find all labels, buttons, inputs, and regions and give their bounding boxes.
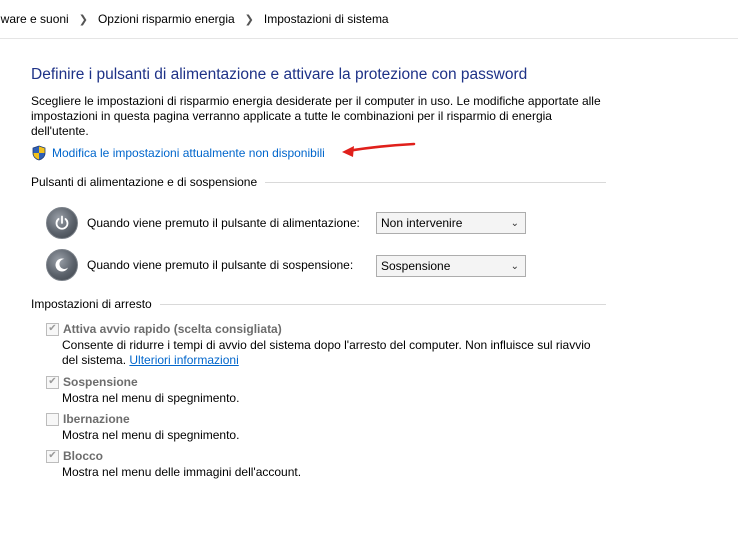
chevron-right-icon[interactable]: ❯ (237, 13, 262, 26)
lock-option: ✔ Blocco Mostra nel menu delle immagini … (46, 449, 301, 480)
hibernate-label: Ibernazione (63, 412, 130, 426)
uac-shield-icon (32, 145, 46, 161)
chevron-down-icon: ⌄ (510, 217, 519, 229)
power-buttons-group-title: Pulsanti di alimentazione e di sospensio… (31, 175, 258, 189)
divider (265, 181, 606, 183)
page-description: Scegliere le impostazioni di risparmio e… (31, 94, 601, 138)
shutdown-settings-group-header: Impostazioni di arresto (31, 297, 606, 311)
breadcrumb-item-power-options[interactable]: Opzioni risparmio energia (96, 12, 237, 26)
hibernate-option: Ibernazione Mostra nel menu di spegnimen… (46, 412, 239, 443)
lock-label: Blocco (63, 449, 104, 463)
change-unavailable-settings-link[interactable]: Modifica le impostazioni attualmente non… (31, 145, 325, 161)
shutdown-settings-group-title: Impostazioni di arresto (31, 297, 152, 311)
sleep-button-action-value: Sospensione (381, 259, 451, 273)
lock-description: Mostra nel menu delle immagini dell'acco… (62, 465, 302, 479)
fast-startup-desc-line1: Consente di ridurre i tempi di avvio del… (62, 338, 591, 352)
power-buttons-group-header: Pulsanti di alimentazione e di sospensio… (31, 175, 606, 189)
sleep-checkbox[interactable]: ✔ (46, 375, 59, 389)
divider (159, 303, 606, 305)
power-button-row: Quando viene premuto il pulsante di alim… (46, 207, 360, 239)
power-button-action-select[interactable]: Non intervenire ⌄ (376, 212, 526, 234)
fast-startup-option: ✔ Attiva avvio rapido (scelta consigliat… (46, 322, 591, 368)
fast-startup-checkbox[interactable]: ✔ (46, 322, 59, 336)
sleep-button-action-select[interactable]: Sospensione ⌄ (376, 255, 526, 277)
lock-checkbox[interactable]: ✔ (46, 449, 59, 463)
breadcrumb-item-system-settings[interactable]: Impostazioni di sistema (262, 12, 391, 26)
sleep-button-row: Quando viene premuto il pulsante di sosp… (46, 249, 353, 281)
power-button-action-value: Non intervenire (381, 216, 463, 230)
hibernate-checkbox[interactable] (46, 412, 59, 426)
fast-startup-desc-line2: del sistema. (62, 353, 127, 367)
sleep-description: Mostra nel menu di spegnimento. (62, 391, 240, 405)
red-arrow-icon (342, 142, 416, 157)
fast-startup-label: Attiva avvio rapido (scelta consigliata) (63, 322, 282, 336)
power-button-label: Quando viene premuto il pulsante di alim… (87, 216, 360, 230)
breadcrumb: lware e suoni ❯ Opzioni risparmio energi… (0, 0, 738, 39)
sleep-button-icon (46, 249, 78, 281)
sleep-button-label: Quando viene premuto il pulsante di sosp… (87, 258, 354, 272)
page-title: Definire i pulsanti di alimentazione e a… (31, 66, 528, 83)
power-button-icon (46, 207, 78, 239)
breadcrumb-item-hardware[interactable]: lware e suoni (0, 12, 71, 26)
fast-startup-desc-line2-row: del sistema. Ulteriori informazioni (62, 353, 591, 368)
hibernate-description: Mostra nel menu di spegnimento. (62, 428, 240, 442)
fast-startup-description: Consente di ridurre i tempi di avvio del… (62, 338, 591, 368)
sleep-option: ✔ Sospensione Mostra nel menu di spegnim… (46, 375, 239, 406)
more-info-link[interactable]: Ulteriori informazioni (129, 353, 238, 367)
change-unavailable-settings-label: Modifica le impostazioni attualmente non… (52, 146, 325, 160)
chevron-right-icon[interactable]: ❯ (71, 13, 96, 26)
sleep-label: Sospensione (63, 375, 138, 389)
chevron-down-icon: ⌄ (510, 260, 519, 272)
